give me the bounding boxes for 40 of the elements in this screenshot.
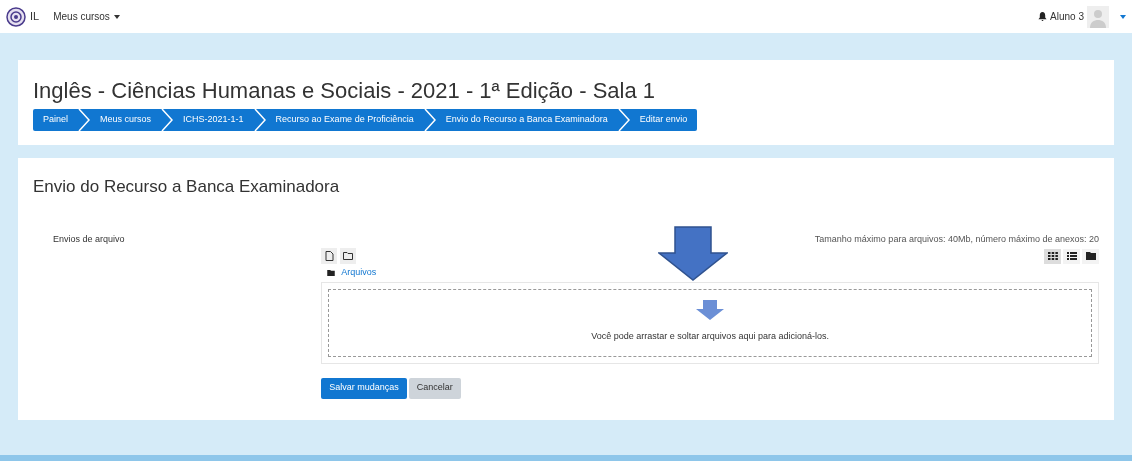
upload-limits: Tamanho máximo para arquivos: 40Mb, número máximo de anexos: 20 <box>813 232 1099 246</box>
down-arrow-icon <box>696 300 725 320</box>
course-title: Inglês - Ciências Humanas e Sociais - 2021 - 1ª Edição - Sala 1 <box>33 78 656 104</box>
courses-menu[interactable]: Meus cursos <box>53 9 120 24</box>
chevron-icon <box>78 109 91 131</box>
logo-icon[interactable] <box>6 6 26 27</box>
list-icon <box>1066 252 1077 260</box>
chevron-icon <box>617 109 630 131</box>
breadcrumb-link[interactable]: Envio do Recurso a Banca Examinadora <box>435 113 618 127</box>
view-mode-button[interactable] <box>1044 248 1061 264</box>
breadcrumb-link[interactable]: Painel <box>33 113 79 127</box>
bell-icon[interactable] <box>1038 12 1048 21</box>
field-label: Envios de arquivo <box>52 232 126 246</box>
folder-icon <box>343 252 354 260</box>
folder-icon <box>1085 252 1096 260</box>
site-name[interactable]: IL <box>30 8 40 25</box>
chevron-icon <box>423 109 436 131</box>
view-mode-button[interactable] <box>1063 248 1080 264</box>
drop-hint: Você pode arrastar e soltar arquivos aqui para adicioná-los. <box>591 330 829 343</box>
add-file-button[interactable] <box>321 248 338 264</box>
caret-icon[interactable] <box>1120 14 1126 19</box>
folder-link[interactable]: Arquivos <box>341 266 377 280</box>
folder-icon <box>327 269 336 276</box>
breadcrumb-link[interactable]: Meus cursos <box>90 113 162 127</box>
chevron-icon <box>253 109 266 131</box>
page-heading: Envio do Recurso a Banca Examinadora <box>33 176 341 198</box>
cancel-button[interactable]: Cancelar <box>408 377 461 399</box>
new-folder-button[interactable] <box>340 248 357 264</box>
view-mode-button[interactable] <box>1082 248 1099 264</box>
grid-icon <box>1047 252 1058 260</box>
chevron-icon <box>161 109 174 131</box>
breadcrumb-link[interactable]: ICHS-2021-1-1 <box>173 113 254 127</box>
breadcrumb-link[interactable]: Editar envio <box>629 113 698 127</box>
save-button[interactable]: Salvar mudanças <box>321 377 407 399</box>
file-icon <box>324 251 334 261</box>
caret-icon <box>113 14 120 19</box>
user-name[interactable]: Aluno 3 <box>1050 9 1084 24</box>
down-arrow-icon <box>658 226 728 281</box>
breadcrumb-link[interactable]: Recurso ao Exame de Proficiência <box>265 113 424 127</box>
drop-zone[interactable]: Você pode arrastar e soltar arquivos aqui para adicioná-los. <box>328 288 1092 357</box>
